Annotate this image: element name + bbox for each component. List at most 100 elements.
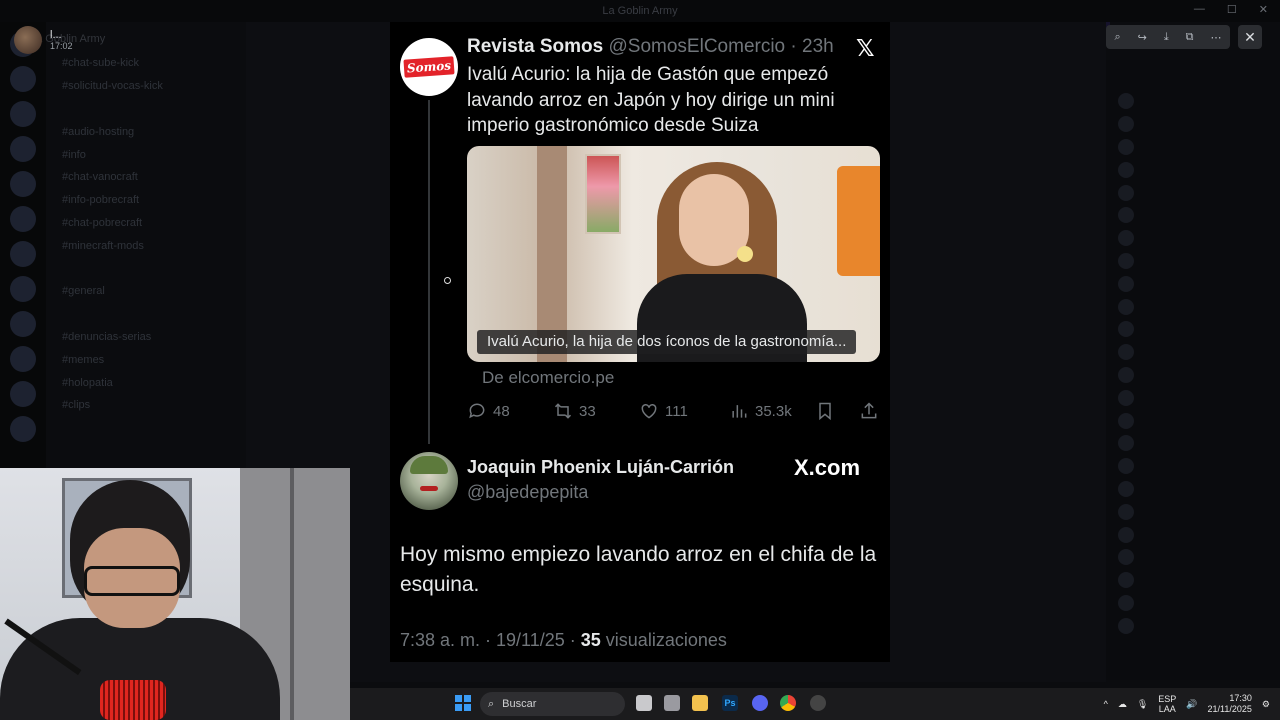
download-icon[interactable]: ⤓ [1164,31,1169,44]
close-viewer-button[interactable]: ✕ [1238,25,1262,49]
member-item[interactable] [1106,136,1280,159]
start-button[interactable] [455,695,471,711]
member-item[interactable] [1106,272,1280,295]
discord-icon[interactable] [752,695,768,711]
member-item[interactable] [1106,227,1280,250]
server-icon[interactable] [10,381,36,407]
member-item[interactable] [1106,318,1280,341]
tweet-header: Revista Somos @SomosElComercio · 23h [467,36,834,58]
member-item[interactable] [1106,478,1280,501]
language-indicator[interactable]: ESP LAA [1158,694,1176,714]
channel-item[interactable]: # chat-sube-kick [46,52,246,75]
server-icon[interactable] [10,416,36,442]
member-item[interactable] [1106,181,1280,204]
channel-item[interactable]: # info-pobrecraft [46,189,246,212]
channel-item[interactable]: # holopatia [46,371,246,394]
close-window-icon[interactable]: ✕ [1259,3,1268,16]
channel-item[interactable]: # audio-hosting [46,120,246,143]
channel-item[interactable]: # clips [46,394,246,417]
server-icon[interactable] [10,206,36,232]
joker-avatar [400,452,458,510]
server-icon[interactable] [10,171,36,197]
task-view-icon[interactable] [636,695,652,711]
member-item[interactable] [1106,409,1280,432]
bookmark-action [815,401,835,421]
clock[interactable]: 17:30 21/11/2025 [1208,693,1252,715]
server-icon[interactable] [10,311,36,337]
server-icon[interactable] [10,136,36,162]
article-image: Ivalú Acurio, la hija de dos íconos de l… [467,146,880,362]
channel-category[interactable] [46,257,246,280]
member-item[interactable] [1106,455,1280,478]
more-icon[interactable]: ⋯ [1210,31,1221,44]
like-count: 111 [665,402,688,420]
server-icon[interactable] [10,276,36,302]
window-titlebar: La Goblin Army — ☐ ✕ [0,0,1280,22]
reply-view-count: 35 [580,630,601,650]
channel-item[interactable]: # chat-pobrecraft [46,212,246,235]
channel-item[interactable]: # solicitud-vocas-kick [46,75,246,98]
member-item[interactable] [1106,592,1280,615]
member-item[interactable] [1106,364,1280,387]
channel-category[interactable] [46,98,246,121]
chevron-up-icon[interactable]: ^ [1104,699,1108,709]
server-icon[interactable] [10,346,36,372]
minimize-icon[interactable]: — [1194,3,1205,16]
link-source: De elcomercio.pe [482,368,615,387]
channel-item[interactable]: # info [46,143,246,166]
tweet-screenshot[interactable]: Somos Revista Somos @SomosElComercio · 2… [390,22,890,662]
member-item[interactable] [1106,295,1280,318]
member-item[interactable] [1106,386,1280,409]
tweet-time: · 23h [790,36,834,57]
channel-item[interactable]: # denuncias-serias [46,326,246,349]
photoshop-icon[interactable]: Ps [722,695,738,711]
taskbar-search[interactable]: ⌕ Buscar [480,692,625,716]
member-item[interactable] [1106,90,1280,113]
retweet-count: 33 [579,402,596,420]
uploader-name: l... [50,29,62,41]
channel-item[interactable]: # general [46,280,246,303]
reply-count: 48 [493,402,510,420]
uploader-chip[interactable]: l... 17:02 [14,26,73,54]
retweet-action: 33 [553,401,596,421]
member-item[interactable] [1106,500,1280,523]
somos-logo: Somos [403,56,455,78]
file-explorer-icon[interactable] [692,695,708,711]
member-item[interactable] [1106,204,1280,227]
close-icon: ✕ [1244,28,1256,45]
chrome-icon[interactable] [780,695,796,711]
member-item[interactable] [1106,250,1280,273]
cloud-icon[interactable]: ☁ [1118,699,1127,710]
member-item[interactable] [1106,158,1280,181]
member-item[interactable] [1106,113,1280,136]
member-item[interactable] [1106,341,1280,364]
member-item[interactable] [1106,546,1280,569]
volume-icon[interactable]: 🔊 [1186,699,1197,710]
app-icon[interactable] [810,695,826,711]
zoom-icon[interactable]: ⌕ [1114,31,1120,44]
settings-icon[interactable]: ⚙ [1262,699,1270,710]
member-item[interactable] [1106,569,1280,592]
server-icon[interactable] [10,101,36,127]
channel-item[interactable]: # minecraft-mods [46,234,246,257]
member-item[interactable] [1106,614,1280,637]
channel-category[interactable] [46,303,246,326]
member-item[interactable] [1106,523,1280,546]
windows-taskbar: ⌕ Buscar Ps ^ ☁ 🎙 ESP LAA 🔊 17:30 21/11/… [350,688,1280,720]
avatar [14,26,42,54]
server-list [0,22,46,468]
app-icon[interactable] [664,695,680,711]
channel-item[interactable]: # chat-vanocraft [46,166,246,189]
server-icon[interactable] [10,66,36,92]
mouse-cursor [444,277,451,284]
forward-icon[interactable]: ↪ [1138,31,1147,44]
retweet-icon [554,403,572,419]
thread-line [428,100,430,444]
flower-earring-icon [737,246,753,262]
member-item[interactable] [1106,432,1280,455]
open-external-icon[interactable]: ⧉ [1186,31,1194,44]
mic-icon[interactable]: 🎙 [1137,699,1148,710]
channel-item[interactable]: # memes [46,348,246,371]
server-icon[interactable] [10,241,36,267]
maximize-icon[interactable]: ☐ [1227,3,1237,16]
